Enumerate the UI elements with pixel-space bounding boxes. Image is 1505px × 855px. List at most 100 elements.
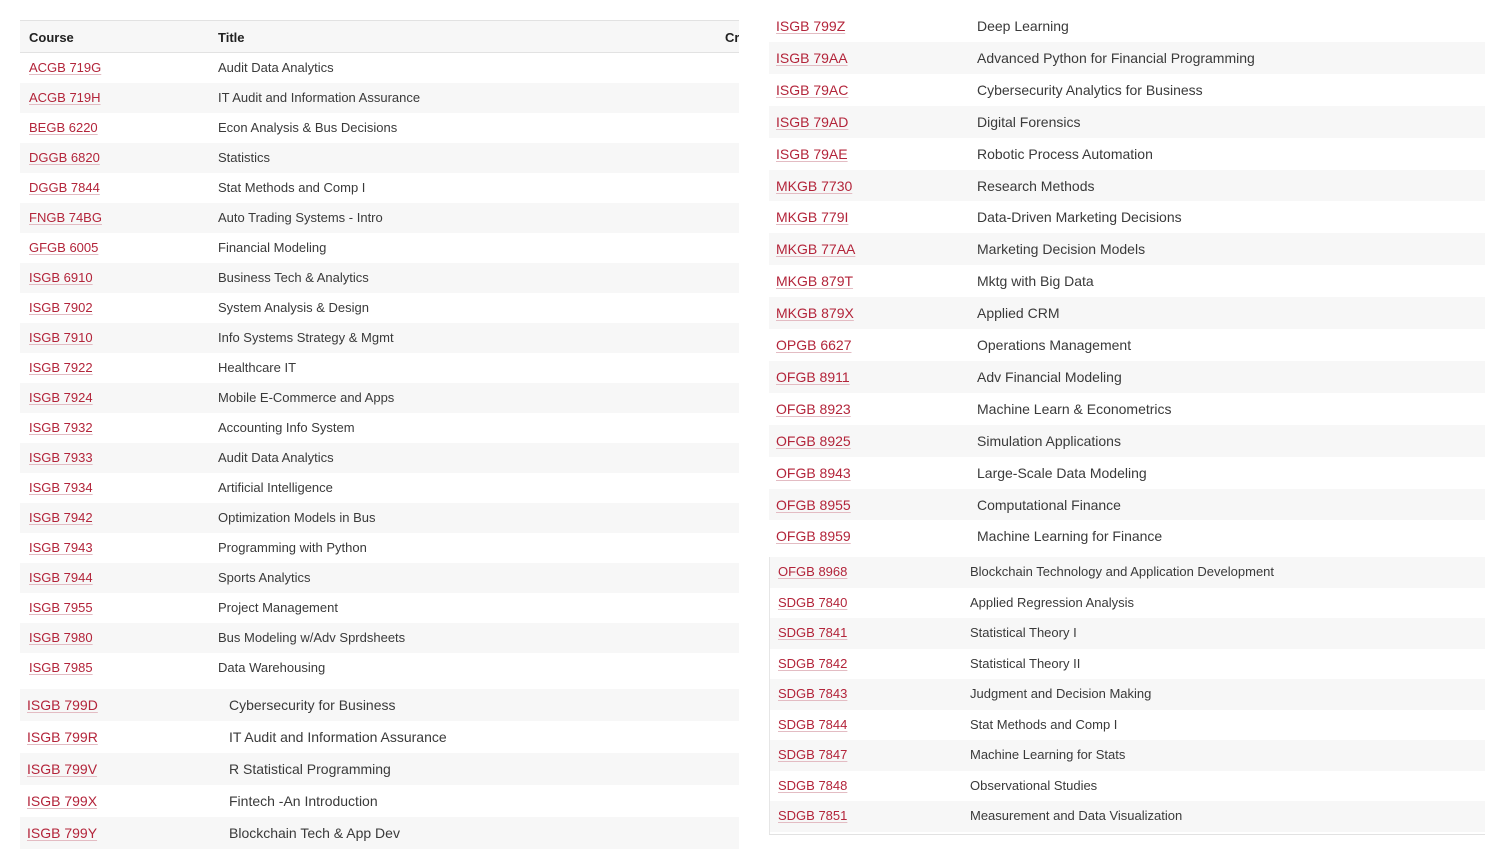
course-code-link[interactable]: MKGB 879X bbox=[776, 305, 854, 321]
course-code-link[interactable]: ISGB 7933 bbox=[29, 450, 93, 465]
table-row: ACGB 719H IT Audit and Information Assura… bbox=[20, 83, 739, 113]
table-row: ISGB 799V R Statistical Programming bbox=[20, 753, 739, 785]
table-row: SDGB 7851 Measurement and Data Visualizat… bbox=[769, 801, 1485, 832]
course-title: Research Methods bbox=[977, 177, 1095, 194]
course-code-link[interactable]: BEGB 6220 bbox=[29, 120, 98, 135]
course-code-link[interactable]: ISGB 7934 bbox=[29, 480, 93, 495]
left-top-table: Course Title Cr ACGB 719G Audit Data Anal… bbox=[20, 20, 739, 685]
course-code-link[interactable]: OFGB 8943 bbox=[776, 465, 851, 481]
course-code-link[interactable]: ISGB 799D bbox=[27, 697, 98, 713]
course-title: Stat Methods and Comp I bbox=[970, 716, 1118, 732]
course-title: Machine Learning for Stats bbox=[970, 747, 1126, 762]
course-code-link[interactable]: ISGB 7924 bbox=[29, 390, 93, 405]
course-code-link[interactable]: ACGB 719G bbox=[29, 60, 101, 75]
course-code-link[interactable]: OFGB 8968 bbox=[778, 564, 847, 579]
table-row: ISGB 7922 Healthcare IT bbox=[20, 353, 739, 383]
table-row: MKGB 879T Mktg with Big Data bbox=[769, 265, 1485, 297]
course-code-link[interactable]: SDGB 7847 bbox=[778, 747, 847, 762]
course-code-link[interactable]: MKGB 779I bbox=[776, 209, 848, 225]
table-row: ISGB 79AD Digital Forensics bbox=[769, 105, 1485, 138]
table-row: OFGB 8943 Large-Scale Data Modeling bbox=[769, 457, 1485, 489]
course-title: Stat Methods and Comp I bbox=[218, 180, 366, 195]
table-row: FNGB 74BG Auto Trading Systems - Intro bbox=[20, 203, 739, 233]
course-title: Data Warehousing bbox=[218, 660, 326, 675]
course-code-link[interactable]: MKGB 879T bbox=[776, 273, 853, 289]
course-code-link[interactable]: ISGB 7985 bbox=[29, 660, 93, 675]
course-title: Programming with Python bbox=[218, 540, 367, 555]
table-row: ISGB 799X Fintech -An Introduction bbox=[20, 785, 739, 817]
course-title: Machine Learning for Finance bbox=[977, 528, 1163, 545]
course-code-link[interactable]: SDGB 7848 bbox=[778, 778, 847, 793]
table-row: ISGB 7902 System Analysis & Design bbox=[20, 293, 739, 323]
table-row: ISGB 79AC Cybersecurity Analytics for Bus… bbox=[769, 74, 1485, 106]
course-code-link[interactable]: OFGB 8925 bbox=[776, 433, 851, 449]
course-code-link[interactable]: ISGB 7980 bbox=[29, 630, 93, 645]
course-code-link[interactable]: GFGB 6005 bbox=[29, 240, 98, 255]
course-title: Operations Management bbox=[977, 337, 1132, 353]
course-code-link[interactable]: DGGB 6820 bbox=[29, 150, 100, 165]
header-course: Course bbox=[29, 30, 74, 45]
course-code-link[interactable]: ISGB 799X bbox=[27, 793, 97, 809]
course-code-link[interactable]: ISGB 79AC bbox=[776, 82, 848, 98]
table-row: GFGB 6005 Financial Modeling bbox=[20, 233, 739, 263]
course-title: Cybersecurity Analytics for Business bbox=[977, 81, 1203, 98]
table-row: SDGB 7840 Applied Regression Analysis bbox=[769, 588, 1485, 619]
course-code-link[interactable]: SDGB 7840 bbox=[778, 595, 847, 610]
course-code-link[interactable]: SDGB 7851 bbox=[778, 808, 847, 823]
course-code-link[interactable]: SDGB 7843 bbox=[778, 686, 847, 701]
course-code-link[interactable]: ISGB 7910 bbox=[29, 330, 93, 345]
course-title: Fintech -An Introduction bbox=[229, 793, 378, 809]
table-row: ISGB 7924 Mobile E-Commerce and Apps bbox=[20, 383, 739, 413]
table-row: MKGB 77AA Marketing Decision Models bbox=[769, 233, 1485, 266]
table-row: OFGB 8923 Machine Learn & Econometrics bbox=[769, 393, 1485, 425]
course-title: Deep Learning bbox=[977, 18, 1069, 34]
course-title: Auto Trading Systems - Intro bbox=[218, 210, 383, 225]
course-code-link[interactable]: OFGB 8959 bbox=[776, 528, 851, 544]
course-title: Info Systems Strategy & Mgmt bbox=[218, 330, 394, 345]
course-code-link[interactable]: ACGB 719H bbox=[29, 90, 101, 105]
course-code-link[interactable]: ISGB 7932 bbox=[29, 420, 93, 435]
course-code-link[interactable]: ISGB 799Z bbox=[776, 18, 845, 34]
course-code-link[interactable]: DGGB 7844 bbox=[29, 180, 100, 195]
table-row: SDGB 7841 Statistical Theory I bbox=[769, 618, 1485, 649]
course-title: IT Audit and Information Assurance bbox=[218, 90, 421, 105]
course-code-link[interactable]: SDGB 7844 bbox=[778, 717, 847, 732]
course-code-link[interactable]: OFGB 8911 bbox=[776, 369, 850, 385]
course-code-link[interactable]: FNGB 74BG bbox=[29, 210, 102, 225]
course-code-link[interactable]: ISGB 79AE bbox=[776, 146, 848, 162]
course-code-link[interactable]: ISGB 7922 bbox=[29, 360, 93, 375]
course-title: Simulation Applications bbox=[977, 432, 1121, 449]
table-row: ISGB 799Y Blockchain Tech & App Dev bbox=[20, 817, 739, 849]
table-row: MKGB 779I Data-Driven Marketing Decisions bbox=[769, 201, 1485, 233]
course-code-link[interactable]: ISGB 799R bbox=[27, 729, 98, 745]
course-code-link[interactable]: MKGB 7730 bbox=[776, 178, 852, 194]
course-code-link[interactable]: ISGB 79AA bbox=[776, 50, 848, 66]
course-code-link[interactable]: ISGB 799Y bbox=[27, 825, 97, 841]
course-code-link[interactable]: OPGB 6627 bbox=[776, 337, 852, 353]
table-row: ISGB 799R IT Audit and Information Assura… bbox=[20, 721, 739, 753]
table-row: ISGB 799D Cybersecurity for Business bbox=[20, 689, 739, 721]
course-title: Sports Analytics bbox=[218, 570, 311, 585]
table-row: ISGB 7910 Info Systems Strategy & Mgmt bbox=[20, 323, 739, 353]
course-title: Judgment and Decision Making bbox=[970, 686, 1152, 701]
course-code-link[interactable]: ISGB 7944 bbox=[29, 570, 93, 585]
table-row: ISGB 7985 Data Warehousing bbox=[20, 653, 739, 683]
course-code-link[interactable]: ISGB 799V bbox=[27, 761, 97, 777]
course-code-link[interactable]: SDGB 7841 bbox=[778, 625, 847, 640]
course-title: Large-Scale Data Modeling bbox=[977, 464, 1147, 481]
course-code-link[interactable]: ISGB 6910 bbox=[29, 270, 93, 285]
table-row: OFGB 8911 Adv Financial Modeling bbox=[769, 360, 1485, 393]
course-code-link[interactable]: ISGB 7955 bbox=[29, 600, 93, 615]
course-code-link[interactable]: OFGB 8955 bbox=[776, 497, 851, 513]
course-code-link[interactable]: OFGB 8923 bbox=[776, 401, 851, 417]
course-code-link[interactable]: MKGB 77AA bbox=[776, 241, 855, 257]
course-title: Statistics bbox=[218, 150, 271, 165]
course-code-link[interactable]: ISGB 79AD bbox=[776, 114, 848, 130]
table-row: ISGB 6910 Business Tech & Analytics bbox=[20, 263, 739, 293]
course-code-link[interactable]: ISGB 7943 bbox=[29, 540, 93, 555]
course-code-link[interactable]: SDGB 7842 bbox=[778, 656, 847, 671]
right-bottom-table: OFGB 8968 Blockchain Technology and Appli… bbox=[769, 557, 1485, 835]
course-code-link[interactable]: ISGB 7942 bbox=[29, 510, 93, 525]
table-row: SDGB 7844 Stat Methods and Comp I bbox=[769, 710, 1485, 741]
course-code-link[interactable]: ISGB 7902 bbox=[29, 300, 93, 315]
